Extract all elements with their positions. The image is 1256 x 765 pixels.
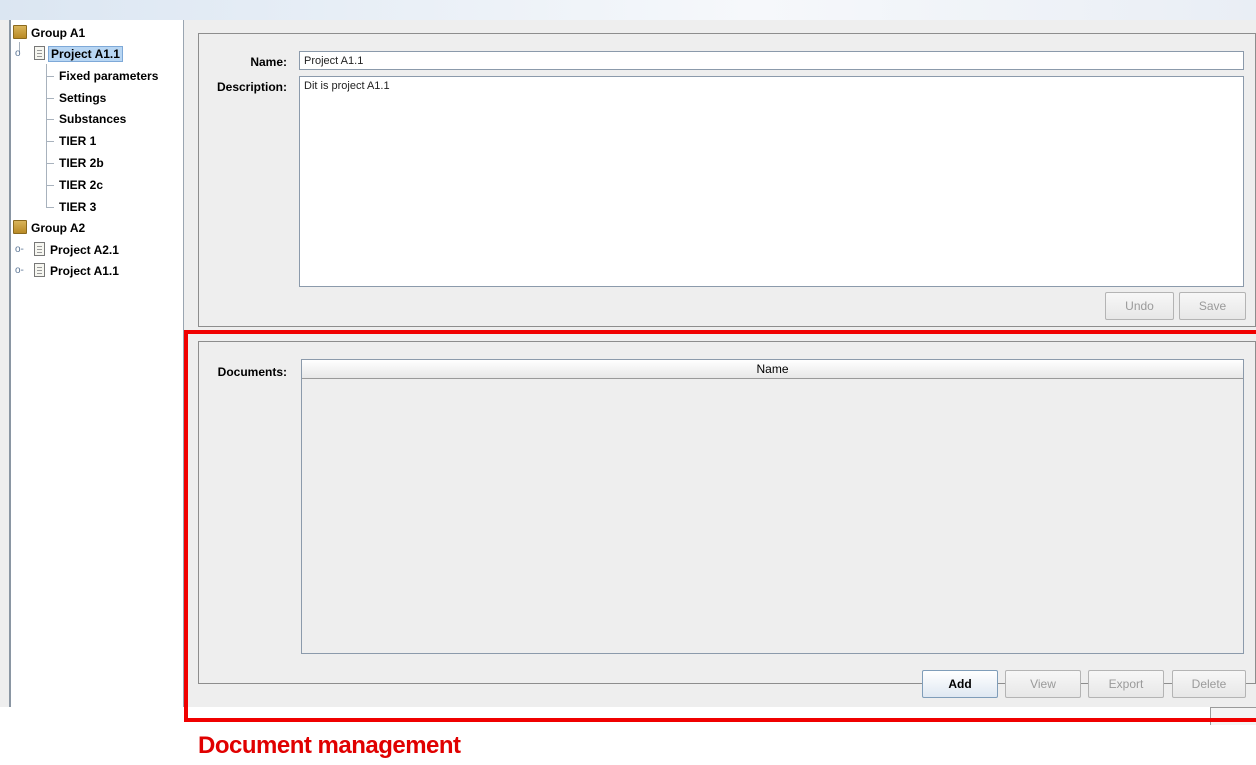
expanded-handle-icon[interactable]: o [15,45,21,63]
tree-item-label: TIER 2c [59,178,104,192]
tree-project-a1-1[interactable]: Project A1.1 [34,45,123,63]
tree-item-tier-3[interactable]: TIER 3 [57,198,98,216]
tree-group-label: Group A1 [31,26,86,40]
tree-item-substances[interactable]: Substances [57,110,128,128]
name-label: Name: [250,55,287,69]
tree-item-tier-2c[interactable]: TIER 2c [57,176,105,194]
name-input[interactable] [299,51,1244,70]
tree-project-a1-1-copy[interactable]: Project A1.1 [34,262,121,280]
document-icon [34,46,45,60]
tree-item-tier-1[interactable]: TIER 1 [57,132,98,150]
tree-item-label: TIER 2b [59,156,104,170]
save-button[interactable]: Save [1179,292,1246,320]
collapsed-handle-icon[interactable]: o- [15,262,24,280]
tree-item-fixed-parameters[interactable]: Fixed parameters [57,67,160,85]
tree-project-a2-1[interactable]: Project A2.1 [34,241,121,259]
tree-group-a1[interactable]: Group A1 [13,24,87,42]
annotation-highlight-box [184,330,1256,722]
tree-item-label: Settings [59,91,107,105]
collapsed-handle-icon[interactable]: o- [15,241,24,259]
tree-item-label: TIER 3 [59,200,97,214]
tree-item-tier-2b[interactable]: TIER 2b [57,154,106,172]
project-details-panel: Name: Description: Undo Save [198,33,1256,327]
tree-item-label: Substances [59,112,127,126]
annotation-caption: Document management [198,732,461,759]
description-textarea[interactable] [299,76,1244,287]
tree-group-label: Group A2 [31,221,86,235]
project-tree[interactable]: Group A1 o Project A1.1 Fixed parameters… [9,20,184,707]
undo-button[interactable]: Undo [1105,292,1174,320]
tree-project-label: Project A1.1 [48,46,123,62]
folder-icon [13,220,27,234]
tree-item-label: TIER 1 [59,134,97,148]
description-label: Description: [216,80,287,94]
tree-group-a2[interactable]: Group A2 [13,219,87,237]
tree-item-label: Fixed parameters [59,69,159,83]
tree-item-settings[interactable]: Settings [57,89,108,107]
document-icon [34,263,45,277]
document-icon [34,242,45,256]
tree-project-label: Project A2.1 [50,243,119,257]
folder-icon [13,25,27,39]
title-strip [0,0,1256,20]
tree-project-label: Project A1.1 [50,264,119,278]
